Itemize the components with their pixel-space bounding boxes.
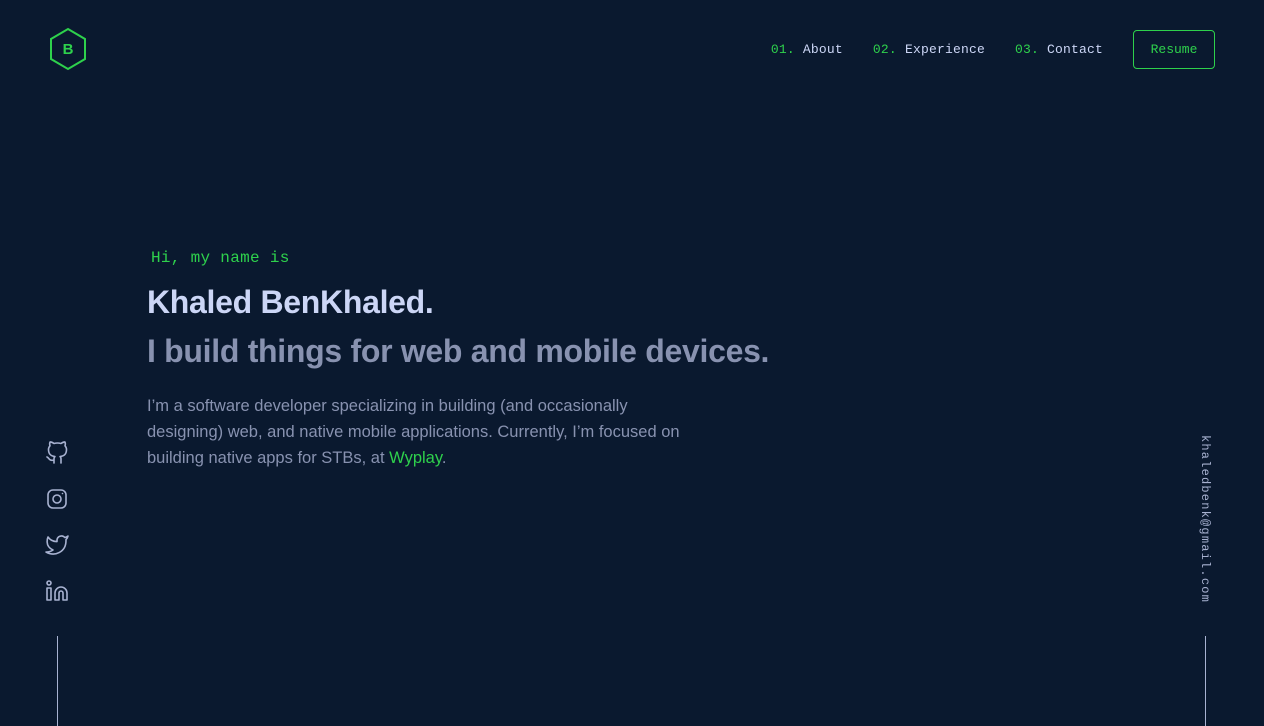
social-divider-line xyxy=(57,636,58,726)
nav-item-experience[interactable]: 02. Experience xyxy=(873,42,985,57)
nav-number: 02. xyxy=(872,42,897,57)
resume-button[interactable]: Resume xyxy=(1133,30,1215,69)
logo-letter: B xyxy=(62,40,74,58)
hero-tagline: I build things for web and mobile device… xyxy=(147,333,770,369)
nav-label: About xyxy=(802,42,843,57)
email-link[interactable]: khaledbenk@gmail.com xyxy=(1198,435,1212,603)
instagram-icon xyxy=(47,489,67,509)
linkedin-icon xyxy=(46,580,68,601)
twitter-icon xyxy=(45,535,69,555)
company-link[interactable]: Wyplay xyxy=(389,449,442,467)
main-nav: 01. About 02. Experience 03. Contact Res… xyxy=(771,30,1215,69)
hero-intro: Hi, my name is xyxy=(151,249,290,267)
hero-name: Khaled BenKhaled. xyxy=(147,284,434,320)
nav-item-contact[interactable]: 03. Contact xyxy=(1015,42,1103,57)
bio-end: . xyxy=(441,449,447,467)
email-divider-line xyxy=(1205,636,1206,726)
linkedin-link[interactable] xyxy=(45,579,69,603)
nav-number: 03. xyxy=(1014,42,1039,57)
github-icon xyxy=(46,441,68,464)
hero-bio: I’m a software developer specializing in… xyxy=(147,393,697,471)
instagram-link[interactable] xyxy=(45,487,69,511)
logo[interactable]: B xyxy=(48,27,88,71)
twitter-link[interactable] xyxy=(45,533,69,557)
nav-label: Contact xyxy=(1046,42,1103,57)
nav-item-about[interactable]: 01. About xyxy=(771,42,843,57)
nav-label: Experience xyxy=(904,42,985,57)
github-link[interactable] xyxy=(45,441,69,465)
social-links xyxy=(45,441,69,625)
nav-number: 01. xyxy=(770,42,795,57)
